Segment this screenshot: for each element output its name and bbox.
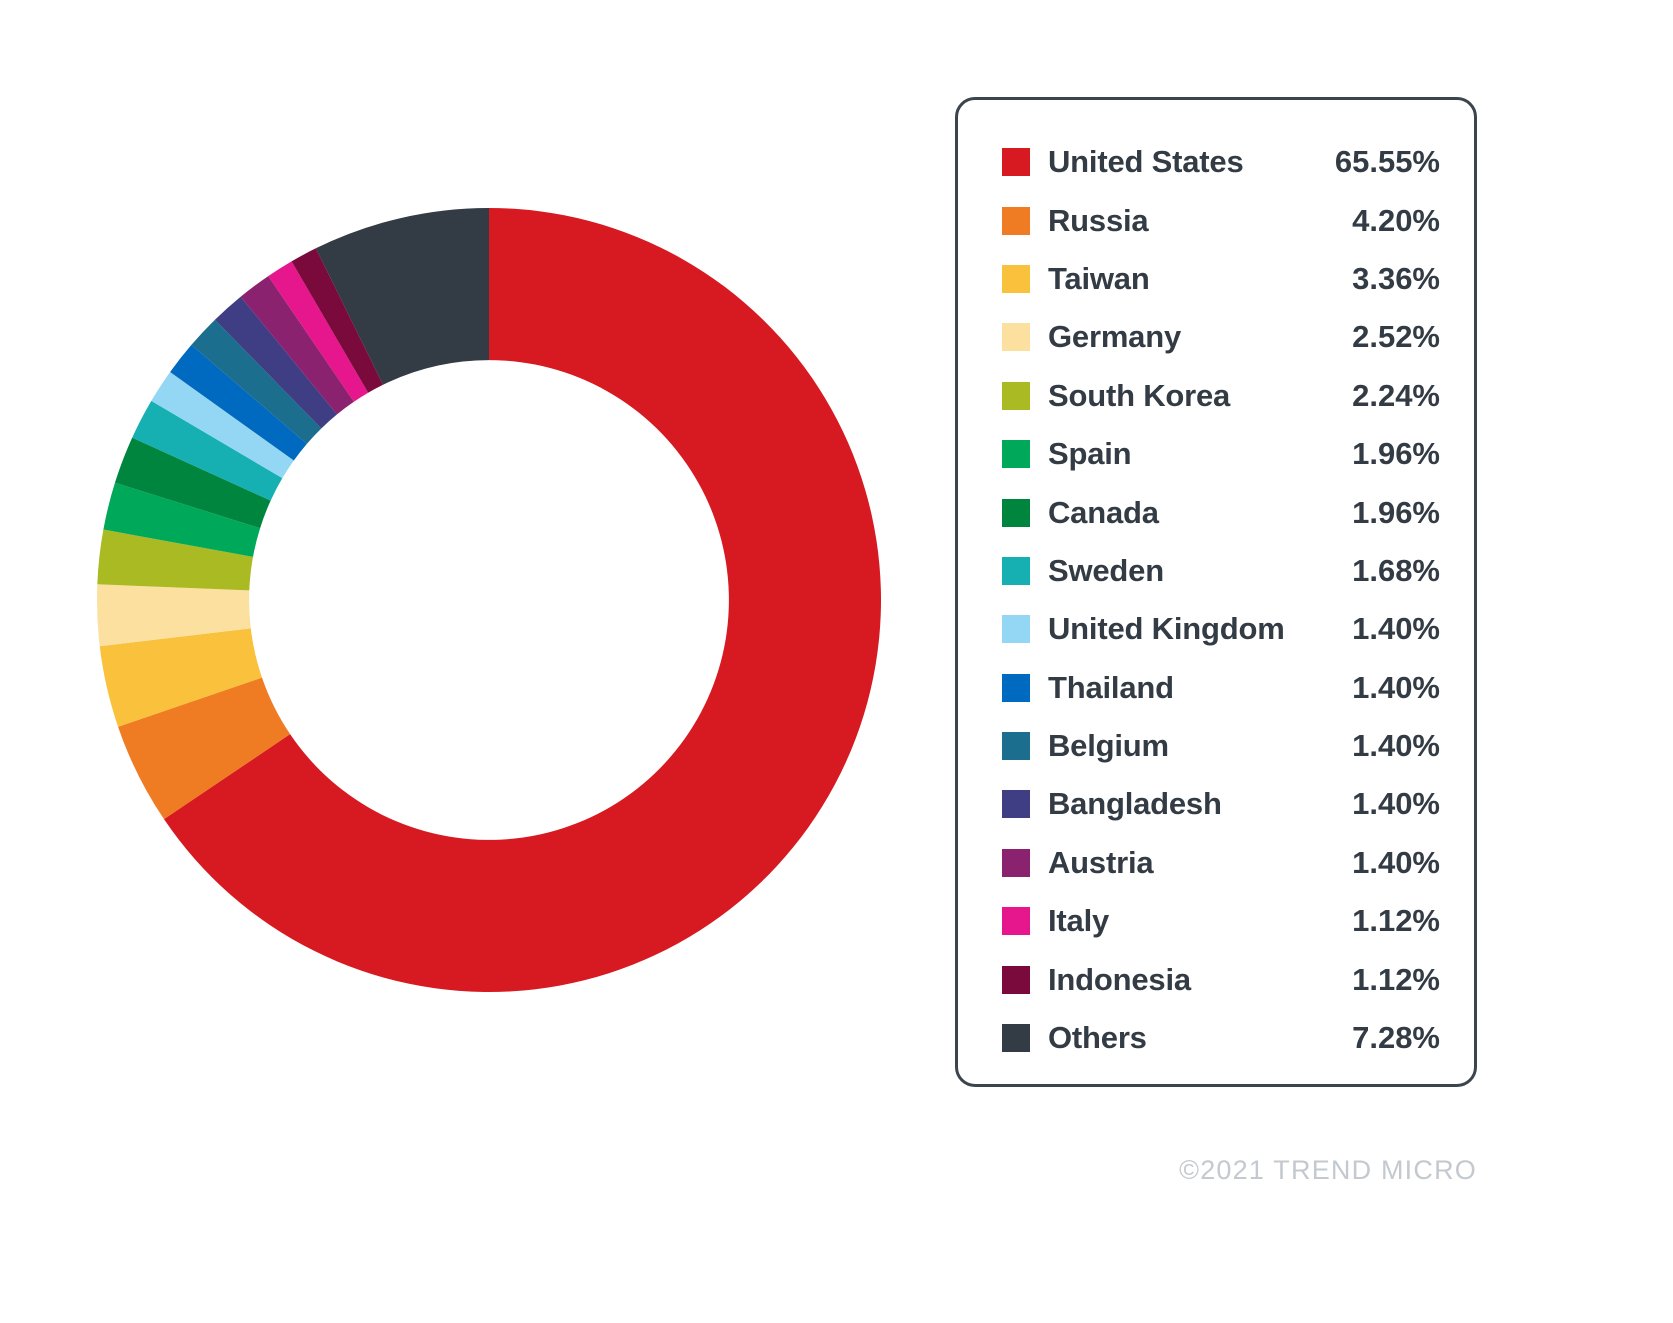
legend-item[interactable]: Belgium 1.40%	[1002, 717, 1440, 775]
legend-item[interactable]: Indonesia 1.12%	[1002, 950, 1440, 1008]
legend-item-label: Austria	[1048, 844, 1154, 880]
legend-item-label: South Korea	[1048, 377, 1231, 413]
legend-item-label: United Kingdom	[1048, 611, 1285, 647]
legend-item-value: 1.96%	[1352, 494, 1440, 530]
copyright-notice: ©2021 TREND MICRO	[1179, 1155, 1477, 1185]
legend-panel: United States 65.55% Russia 4.20% Taiwan 3.36…	[955, 97, 1477, 1087]
legend-item-label: Sweden	[1048, 552, 1164, 588]
legend-item[interactable]: Taiwan 3.36%	[1002, 250, 1440, 308]
legend-item-label: Indonesia	[1048, 961, 1191, 997]
legend-item[interactable]: Austria 1.40%	[1002, 834, 1440, 892]
legend-item[interactable]: Spain 1.96%	[1002, 425, 1440, 483]
legend-item-value: 1.40%	[1352, 669, 1440, 705]
legend-item[interactable]: Sweden 1.68%	[1002, 542, 1440, 600]
donut-slice-group	[97, 208, 881, 992]
legend-item[interactable]: United States 65.55%	[1002, 133, 1440, 191]
legend-item-value: 2.24%	[1352, 377, 1440, 413]
legend-item-value: 1.12%	[1352, 961, 1440, 997]
legend-item[interactable]: Thailand 1.40%	[1002, 659, 1440, 717]
donut-chart-figure: United States 65.55% Russia 4.20% Taiwan 3.36…	[0, 0, 1673, 1323]
legend-color-swatch	[1002, 965, 1030, 994]
legend-item[interactable]: Bangladesh 1.40%	[1002, 775, 1440, 833]
legend-item-value: 3.36%	[1352, 260, 1440, 296]
legend-color-swatch	[1002, 615, 1030, 644]
legend-item-value: 1.68%	[1352, 552, 1440, 588]
legend-color-swatch	[1002, 440, 1030, 469]
donut-chart	[97, 208, 881, 992]
legend-item[interactable]: Italy 1.12%	[1002, 892, 1440, 950]
legend-color-swatch	[1002, 381, 1030, 410]
legend-color-swatch	[1002, 848, 1030, 877]
legend-list: United States 65.55% Russia 4.20% Taiwan 3.36…	[1002, 133, 1440, 1067]
legend-item-value: 1.12%	[1352, 903, 1440, 939]
legend-item-label: Taiwan	[1048, 260, 1150, 296]
legend-item[interactable]: Russia 4.20%	[1002, 191, 1440, 249]
legend-item-label: Belgium	[1048, 728, 1169, 764]
legend-item-value: 4.20%	[1352, 202, 1440, 238]
legend-color-swatch	[1002, 790, 1030, 819]
legend-item[interactable]: Others 7.28%	[1002, 1009, 1440, 1067]
legend-item[interactable]: Canada 1.96%	[1002, 483, 1440, 541]
legend-color-swatch	[1002, 148, 1030, 177]
legend-item-value: 2.52%	[1352, 319, 1440, 355]
legend-item-value: 7.28%	[1352, 1020, 1440, 1056]
legend-color-swatch	[1002, 1024, 1030, 1053]
legend-color-swatch	[1002, 907, 1030, 936]
legend-item[interactable]: United Kingdom 1.40%	[1002, 600, 1440, 658]
legend-item-label: United States	[1048, 144, 1244, 180]
donut-svg	[97, 208, 881, 992]
legend-color-swatch	[1002, 498, 1030, 527]
legend-item-value: 1.40%	[1352, 611, 1440, 647]
legend-item-label: Spain	[1048, 436, 1132, 472]
legend-item-label: Germany	[1048, 319, 1181, 355]
legend-color-swatch	[1002, 323, 1030, 352]
legend-item-label: Others	[1048, 1020, 1147, 1056]
legend-item-label: Italy	[1048, 903, 1110, 939]
legend-color-swatch	[1002, 732, 1030, 761]
legend-item[interactable]: Germany 2.52%	[1002, 308, 1440, 366]
legend-item-label: Thailand	[1048, 669, 1174, 705]
legend-item-value: 1.40%	[1352, 786, 1440, 822]
legend-item-value: 1.96%	[1352, 436, 1440, 472]
legend-color-swatch	[1002, 556, 1030, 585]
legend-color-swatch	[1002, 673, 1030, 702]
legend-item-label: Bangladesh	[1048, 786, 1222, 822]
legend-item-value: 65.55%	[1334, 144, 1440, 180]
legend-item-label: Canada	[1048, 494, 1159, 530]
legend-color-swatch	[1002, 206, 1030, 235]
legend-item-value: 1.40%	[1352, 844, 1440, 880]
legend-item-value: 1.40%	[1352, 728, 1440, 764]
legend-color-swatch	[1002, 264, 1030, 293]
legend-item-label: Russia	[1048, 202, 1149, 238]
legend-item[interactable]: South Korea 2.24%	[1002, 367, 1440, 425]
